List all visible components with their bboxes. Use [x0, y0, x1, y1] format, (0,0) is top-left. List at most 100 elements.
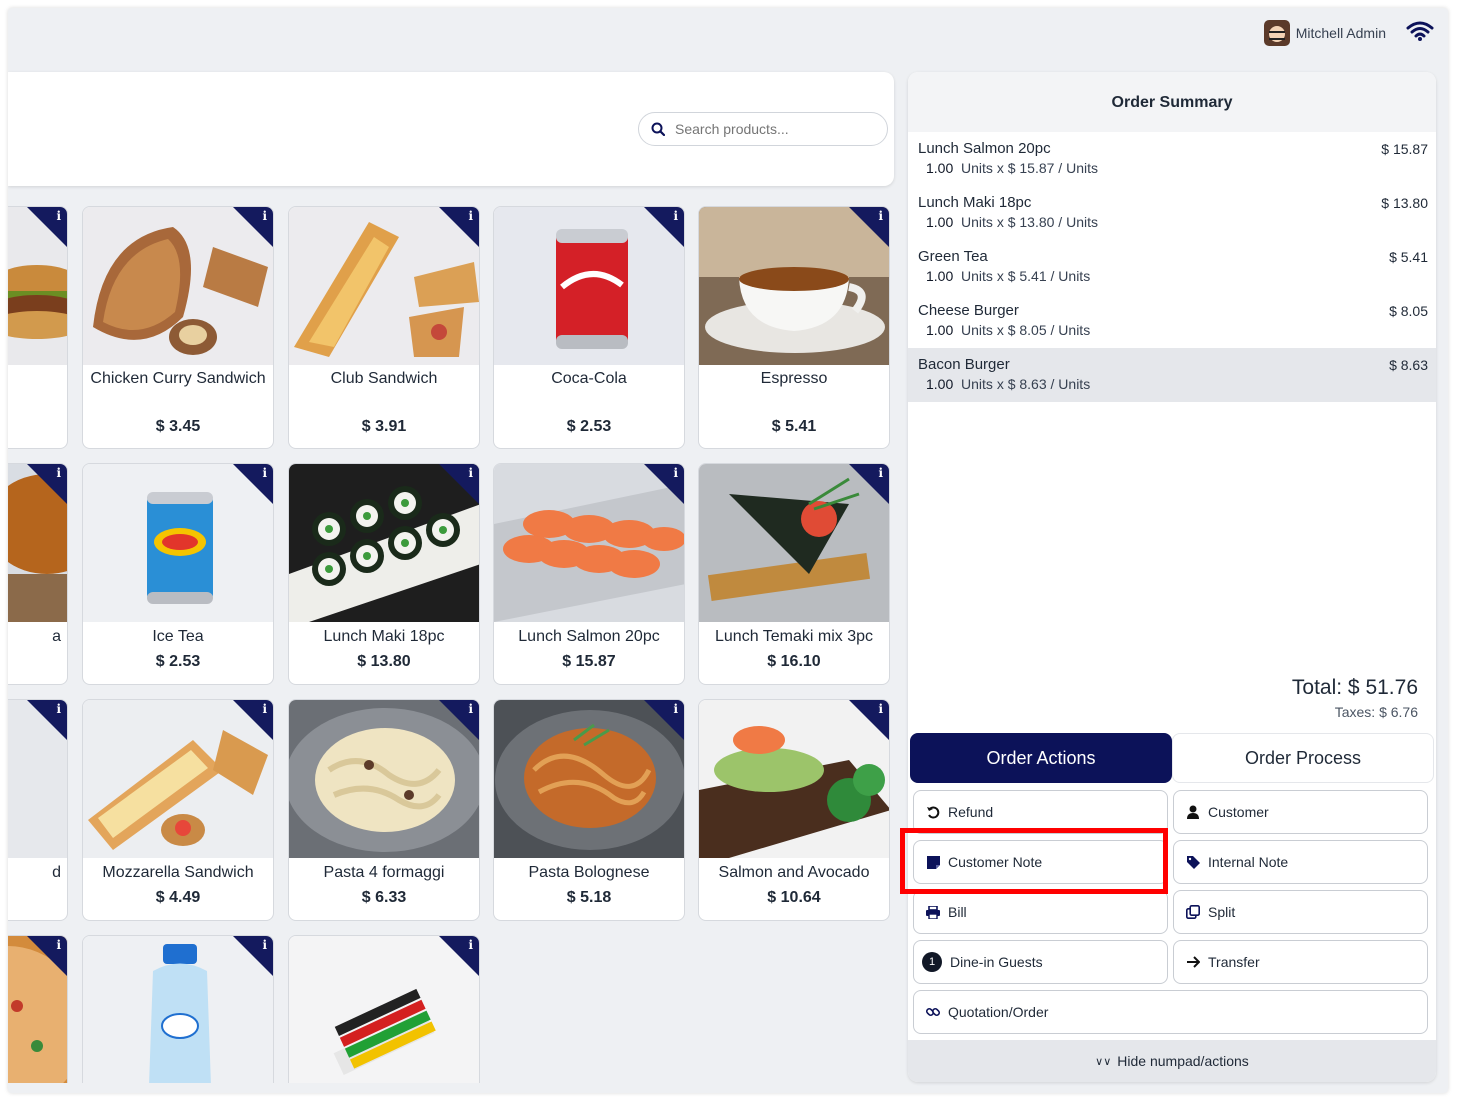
customer-note-button[interactable]: Customer Note [913, 840, 1168, 884]
product-card[interactable]: i d [8, 699, 68, 921]
product-name: Lunch Maki 18pc [323, 628, 445, 645]
product-card[interactable]: i [8, 935, 68, 1083]
wifi-icon[interactable] [1406, 20, 1434, 42]
product-card-chicken-curry-sandwich[interactable]: i Chicken Curry Sandwich $ 3.45 [82, 206, 274, 449]
product-card-water[interactable]: i [82, 935, 274, 1083]
product-card-lunch-temaki-mix-3pc[interactable]: i Lunch Temaki mix 3pc $ 16.10 [698, 463, 890, 685]
product-price: $ 2.53 [566, 418, 612, 435]
product-card-espresso[interactable]: i Espresso $ 5.41 [698, 206, 890, 449]
product-grid: i ger i Chicken Curry Sandwich $ 3.45 i … [8, 198, 898, 1083]
product-image [494, 700, 684, 858]
product-card[interactable]: i ger [8, 206, 68, 449]
product-name: Chicken Curry Sandwich [90, 370, 266, 387]
product-price: $ 13.80 [357, 653, 411, 670]
product-price: $ 4.49 [155, 889, 201, 906]
product-image [494, 207, 684, 365]
product-name: Coca-Cola [551, 370, 627, 387]
order-line-price: $ 13.80 [1381, 195, 1428, 211]
search-box[interactable] [638, 112, 888, 146]
product-name: Pasta 4 formaggi [323, 864, 445, 881]
split-button[interactable]: Split [1173, 890, 1428, 934]
product-name: Lunch Salmon 20pc [518, 628, 660, 645]
order-line-price: $ 5.41 [1389, 249, 1428, 265]
product-image [699, 207, 889, 365]
product-card-pasta-4-formaggi[interactable]: i Pasta 4 formaggi $ 6.33 [288, 699, 480, 921]
order-panel: Order Summary Lunch Salmon 20pc 1.00 Uni… [908, 72, 1436, 1082]
product-name: d [52, 864, 61, 881]
product-card[interactable]: i a [8, 463, 68, 685]
order-line-price: $ 15.87 [1381, 141, 1428, 157]
order-line[interactable]: Lunch Maki 18pc 1.00 Units x $ 13.80 / U… [908, 186, 1436, 240]
order-line-detail: 1.00 Units x $ 15.87 / Units [926, 160, 1098, 176]
product-price: $ 5.41 [771, 418, 817, 435]
order-line-detail: 1.00 Units x $ 13.80 / Units [926, 214, 1098, 230]
product-card-pasta-bolognese[interactable]: i Pasta Bolognese $ 5.18 [493, 699, 685, 921]
product-card-salmon-and-avocado[interactable]: i Salmon and Avocado $ 10.64 [698, 699, 890, 921]
order-tabs: Order Actions Order Process [910, 733, 1434, 783]
product-image [289, 700, 479, 858]
product-image [289, 936, 479, 1083]
order-line-price: $ 8.05 [1389, 303, 1428, 319]
pos-window: Mitchell Admin i ger [8, 8, 1448, 1093]
order-line-name: Lunch Salmon 20pc [918, 140, 1051, 157]
product-card-markers[interactable]: i [288, 935, 480, 1083]
product-image [289, 207, 479, 365]
tag-icon [1186, 855, 1200, 869]
order-line-detail: 1.00 Units x $ 8.63 / Units [926, 376, 1091, 392]
product-name: ger [8, 369, 61, 390]
product-price: $ 3.45 [155, 418, 201, 435]
product-name: a [52, 628, 61, 645]
tab-order-actions[interactable]: Order Actions [910, 733, 1172, 783]
product-name: Club Sandwich [330, 370, 438, 387]
search-input[interactable] [675, 121, 855, 137]
product-image [83, 464, 273, 622]
product-name: Mozzarella Sandwich [102, 864, 254, 881]
product-price: $ 6.33 [361, 889, 407, 906]
tab-order-process[interactable]: Order Process [1172, 733, 1434, 783]
product-card-lunch-salmon-20pc[interactable]: i Lunch Salmon 20pc $ 15.87 [493, 463, 685, 685]
order-line-selected[interactable]: Bacon Burger 1.00 Units x $ 8.63 / Units… [908, 348, 1436, 402]
bill-button[interactable]: Bill [913, 890, 1168, 934]
order-line-name: Lunch Maki 18pc [918, 194, 1032, 211]
product-header [8, 72, 894, 186]
customer-button[interactable]: Customer [1173, 790, 1428, 834]
user-menu[interactable]: Mitchell Admin [1263, 20, 1386, 46]
copy-icon [1186, 905, 1200, 919]
product-image [83, 207, 273, 365]
order-line[interactable]: Lunch Salmon 20pc 1.00 Units x $ 15.87 /… [908, 132, 1436, 186]
product-card-ice-tea[interactable]: i Ice Tea $ 2.53 [82, 463, 274, 685]
transfer-button[interactable]: Transfer [1173, 940, 1428, 984]
product-name: Espresso [760, 370, 828, 387]
order-line-price: $ 8.63 [1389, 357, 1428, 373]
product-card-mozzarella-sandwich[interactable]: i Mozzarella Sandwich $ 4.49 [82, 699, 274, 921]
product-price: $ 16.10 [767, 653, 821, 670]
order-line-detail: 1.00 Units x $ 8.05 / Units [926, 322, 1091, 338]
hide-numpad-toggle[interactable]: ∨∨ Hide numpad/actions [908, 1040, 1436, 1082]
product-image [289, 464, 479, 622]
product-price: $ 5.18 [566, 889, 612, 906]
product-card-club-sandwich[interactable]: i Club Sandwich $ 3.91 [288, 206, 480, 449]
internal-note-button[interactable]: Internal Note [1173, 840, 1428, 884]
dine-in-guests-button[interactable]: 1 Dine-in Guests [913, 940, 1168, 984]
product-price: $ 2.53 [155, 653, 201, 670]
order-line-name: Bacon Burger [918, 356, 1010, 373]
order-line[interactable]: Green Tea 1.00 Units x $ 5.41 / Units $ … [908, 240, 1436, 294]
order-line[interactable]: Cheese Burger 1.00 Units x $ 8.05 / Unit… [908, 294, 1436, 348]
order-taxes: Taxes: $ 6.76 [1334, 704, 1418, 720]
order-summary-title: Order Summary [908, 72, 1436, 132]
product-name: Lunch Temaki mix 3pc [715, 628, 873, 645]
order-line-name: Cheese Burger [918, 302, 1019, 319]
product-name: Pasta Bolognese [528, 864, 650, 881]
double-chevron-down-icon: ∨∨ [1095, 1055, 1112, 1068]
product-card-lunch-maki-18pc[interactable]: i Lunch Maki 18pc $ 13.80 [288, 463, 480, 685]
user-name: Mitchell Admin [1295, 25, 1386, 41]
order-line-name: Green Tea [918, 248, 988, 265]
product-card-coca-cola[interactable]: i Coca-Cola $ 2.53 [493, 206, 685, 449]
order-totals: Total: $ 51.76 Taxes: $ 6.76 [1292, 676, 1418, 720]
product-price: $ 15.87 [562, 653, 616, 670]
guests-count-badge: 1 [922, 952, 942, 972]
refund-button[interactable]: Refund [913, 790, 1168, 834]
quotation-order-button[interactable]: Quotation/Order [913, 990, 1428, 1034]
product-image [494, 464, 684, 622]
order-total: Total: $ 51.76 [1291, 676, 1418, 699]
